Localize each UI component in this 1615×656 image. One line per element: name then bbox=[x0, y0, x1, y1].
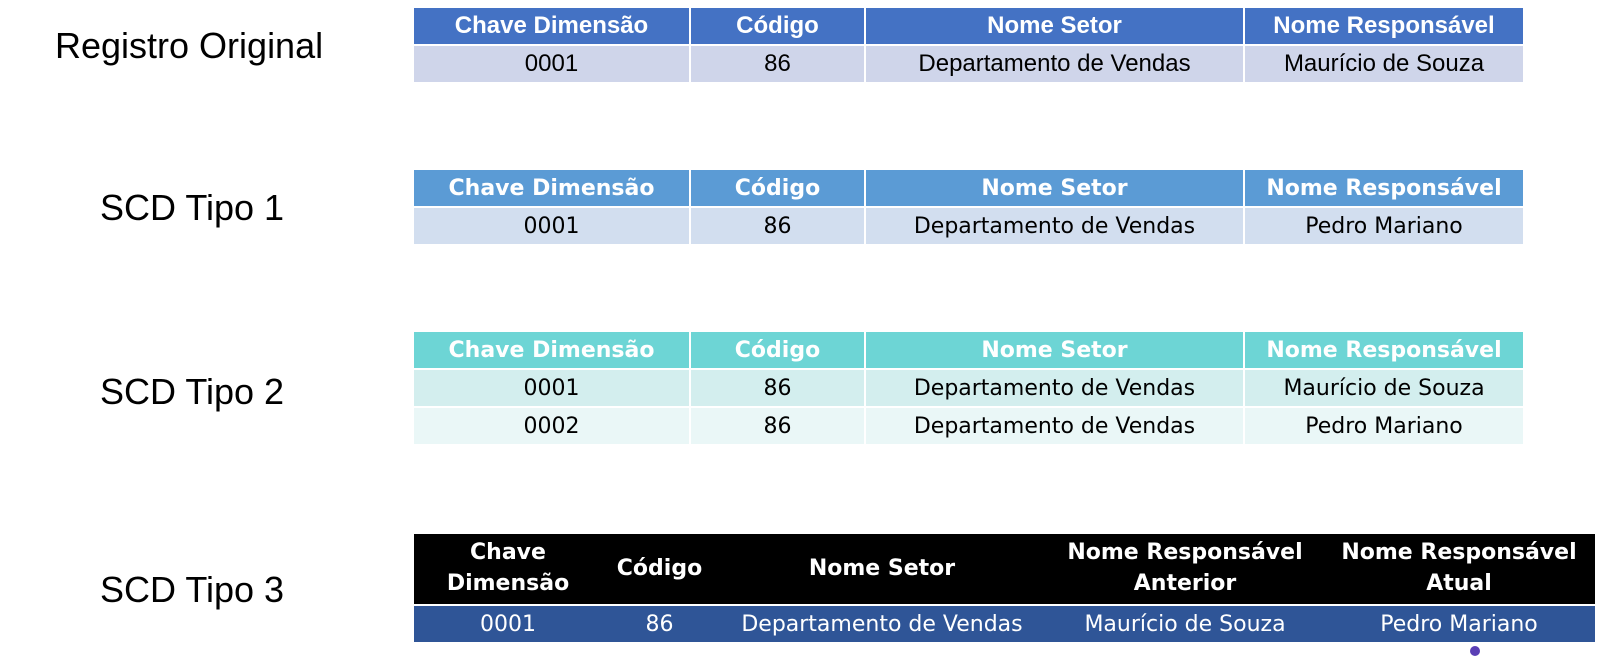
label-scd-tipo-2: SCD Tipo 2 bbox=[100, 371, 285, 412]
cell-codigo: 86 bbox=[690, 407, 866, 444]
header-nome-responsavel-anterior: Nome Responsável Anterior bbox=[1047, 534, 1323, 605]
table-row: 0001 86 Departamento de Vendas Maurício … bbox=[414, 605, 1595, 642]
table-header-row: Chave Dimensão Código Nome Setor Nome Re… bbox=[414, 332, 1523, 369]
header-codigo: Código bbox=[690, 8, 866, 45]
label-scd-tipo-3: SCD Tipo 3 bbox=[100, 569, 285, 610]
cell-nome-responsavel: Pedro Mariano bbox=[1244, 207, 1523, 244]
label-scd-tipo-1: SCD Tipo 1 bbox=[100, 187, 285, 228]
header-codigo: Código bbox=[690, 170, 866, 207]
header-nome-responsavel-atual: Nome Responsável Atual bbox=[1323, 534, 1595, 605]
table-header-row: Chave Dimensão Código Nome Setor Nome Re… bbox=[414, 8, 1523, 45]
header-nome-responsavel: Nome Responsável bbox=[1244, 8, 1523, 45]
cell-nome-responsavel-anterior: Maurício de Souza bbox=[1047, 605, 1323, 642]
label-registro-original: Registro Original bbox=[55, 25, 324, 66]
header-nome-setor: Nome Setor bbox=[717, 534, 1047, 605]
cell-nome-setor: Departamento de Vendas bbox=[865, 369, 1245, 407]
header-codigo: Código bbox=[602, 534, 717, 605]
header-nome-responsavel: Nome Responsável bbox=[1244, 332, 1523, 369]
table-registro-original: Chave Dimensão Código Nome Setor Nome Re… bbox=[414, 8, 1523, 82]
header-nome-setor: Nome Setor bbox=[865, 8, 1245, 45]
table-scd-tipo-1: Chave Dimensão Código Nome Setor Nome Re… bbox=[414, 170, 1523, 244]
table-header-row: Chave Dimensão Código Nome Setor Nome Re… bbox=[414, 170, 1523, 207]
cell-nome-setor: Departamento de Vendas bbox=[717, 605, 1047, 642]
table-row: 0001 86 Departamento de Vendas Pedro Mar… bbox=[414, 207, 1523, 244]
cell-nome-setor: Departamento de Vendas bbox=[865, 407, 1245, 444]
cell-codigo: 86 bbox=[690, 207, 866, 244]
cell-chave-dimensao: 0002 bbox=[414, 407, 691, 444]
table-row: 0001 86 Departamento de Vendas Maurício … bbox=[414, 45, 1523, 82]
cell-codigo: 86 bbox=[690, 45, 866, 82]
cell-chave-dimensao: 0001 bbox=[414, 207, 691, 244]
header-chave-dimensao: Chave Dimensão bbox=[414, 534, 602, 605]
header-nome-setor: Nome Setor bbox=[865, 332, 1245, 369]
cell-chave-dimensao: 0001 bbox=[414, 45, 691, 82]
cell-nome-setor: Departamento de Vendas bbox=[865, 45, 1245, 82]
header-codigo: Código bbox=[690, 332, 866, 369]
pointer-cursor bbox=[1470, 646, 1480, 656]
header-chave-dimensao: Chave Dimensão bbox=[414, 8, 691, 45]
table-header-row: Chave Dimensão Código Nome Setor Nome Res… bbox=[414, 534, 1595, 605]
header-chave-dimensao: Chave Dimensão bbox=[414, 332, 691, 369]
header-nome-setor: Nome Setor bbox=[865, 170, 1245, 207]
cell-nome-responsavel-atual: Pedro Mariano bbox=[1323, 605, 1595, 642]
header-chave-dimensao: Chave Dimensão bbox=[414, 170, 691, 207]
table-scd-tipo-3: Chave Dimensão Código Nome Setor Nome Res… bbox=[414, 534, 1595, 642]
header-nome-responsavel: Nome Responsável bbox=[1244, 170, 1523, 207]
cell-codigo: 86 bbox=[690, 369, 866, 407]
cell-chave-dimensao: 0001 bbox=[414, 369, 691, 407]
table-scd-tipo-2: Chave Dimensão Código Nome Setor Nome Re… bbox=[414, 332, 1523, 444]
cell-codigo: 86 bbox=[602, 605, 717, 642]
cell-chave-dimensao: 0001 bbox=[414, 605, 602, 642]
table-row: 0002 86 Departamento de Vendas Pedro Mar… bbox=[414, 407, 1523, 444]
table-row: 0001 86 Departamento de Vendas Maurício … bbox=[414, 369, 1523, 407]
cell-nome-responsavel: Maurício de Souza bbox=[1244, 369, 1523, 407]
cell-nome-responsavel: Maurício de Souza bbox=[1244, 45, 1523, 82]
cell-nome-responsavel: Pedro Mariano bbox=[1244, 407, 1523, 444]
cell-nome-setor: Departamento de Vendas bbox=[865, 207, 1245, 244]
